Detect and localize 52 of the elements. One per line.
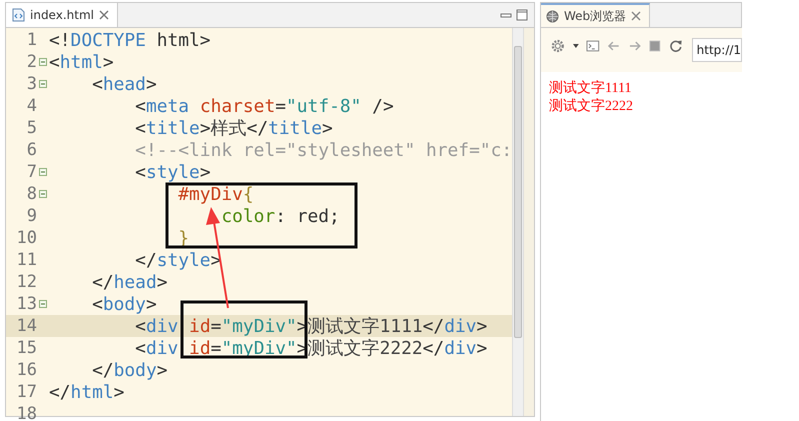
globe-icon (546, 10, 559, 22)
line-number: 1 (26, 30, 37, 50)
url-field[interactable]: http://1 (692, 38, 742, 62)
line-number: 7 (26, 162, 37, 182)
code-line: #myDiv{ (177, 184, 254, 204)
code-line: </head> (91, 272, 168, 292)
refresh-icon[interactable] (669, 39, 683, 53)
caret-icon[interactable] (572, 41, 580, 51)
close-icon[interactable] (98, 10, 109, 20)
line-number: 10 (16, 228, 37, 248)
line-number: 5 (26, 118, 37, 138)
close-icon[interactable] (631, 11, 642, 21)
browser-tab[interactable]: Web浏览器 (541, 3, 650, 27)
line-number: 8 (26, 184, 37, 204)
code-line: </html> (49, 382, 124, 402)
line-number: 18 (16, 404, 37, 421)
code-line: <html> (49, 52, 114, 72)
gear-icon[interactable] (551, 39, 565, 53)
page-text: 测试文字2222 (549, 98, 634, 116)
fold-icon[interactable] (39, 190, 47, 198)
line-number: 12 (16, 272, 37, 292)
fold-icon[interactable] (39, 58, 47, 66)
code-line: <style> (134, 162, 211, 182)
fold-icon[interactable] (39, 168, 47, 176)
fold-icon[interactable] (39, 80, 47, 88)
stop-icon[interactable] (648, 39, 662, 53)
line-number: 9 (26, 206, 37, 226)
code-line: <head> (91, 74, 157, 94)
line-number: 11 (16, 250, 37, 270)
maximize-icon[interactable] (516, 9, 528, 21)
line-number: 6 (26, 140, 37, 160)
line-number: 16 (16, 360, 37, 380)
scrollbar[interactable] (512, 28, 524, 416)
line-number: 4 (26, 96, 37, 116)
editor-tab[interactable]: index.html (6, 3, 118, 27)
code-line: color: red; (220, 206, 340, 226)
code-line: <title>样式</title> (134, 117, 333, 140)
line-number: 15 (16, 338, 37, 358)
line-number: 17 (16, 382, 37, 402)
code-line: <meta charset="utf-8" /> (134, 96, 394, 116)
code-line: </body> (91, 360, 168, 380)
line-number: 13 (16, 294, 37, 314)
console-icon[interactable] (586, 39, 600, 53)
code-line: <!DOCTYPE html> (49, 30, 211, 50)
line-number: 3 (26, 74, 37, 94)
html-file-icon (12, 8, 25, 22)
page-text: 测试文字1111 (549, 80, 632, 98)
line-number: 14 (16, 316, 37, 336)
fold-icon[interactable] (39, 300, 47, 308)
line-number: 2 (26, 52, 37, 72)
code-line: <!--<link rel="stylesheet" href="c: (134, 140, 512, 160)
code-line: <body> (91, 294, 157, 314)
